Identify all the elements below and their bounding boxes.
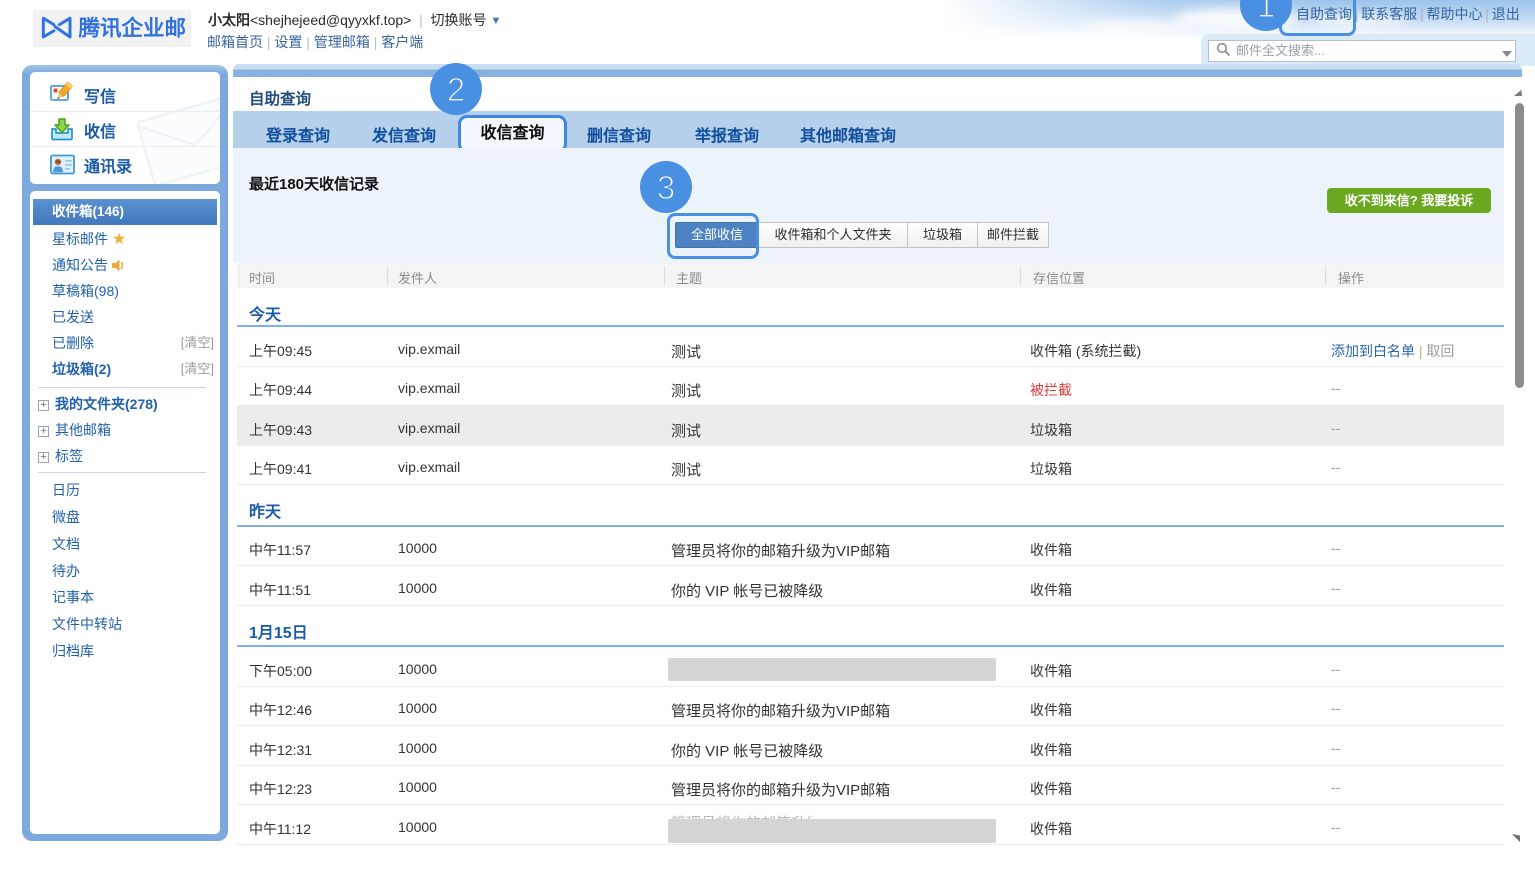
svg-text:腾讯企业邮: 腾讯企业邮 xyxy=(79,16,187,41)
